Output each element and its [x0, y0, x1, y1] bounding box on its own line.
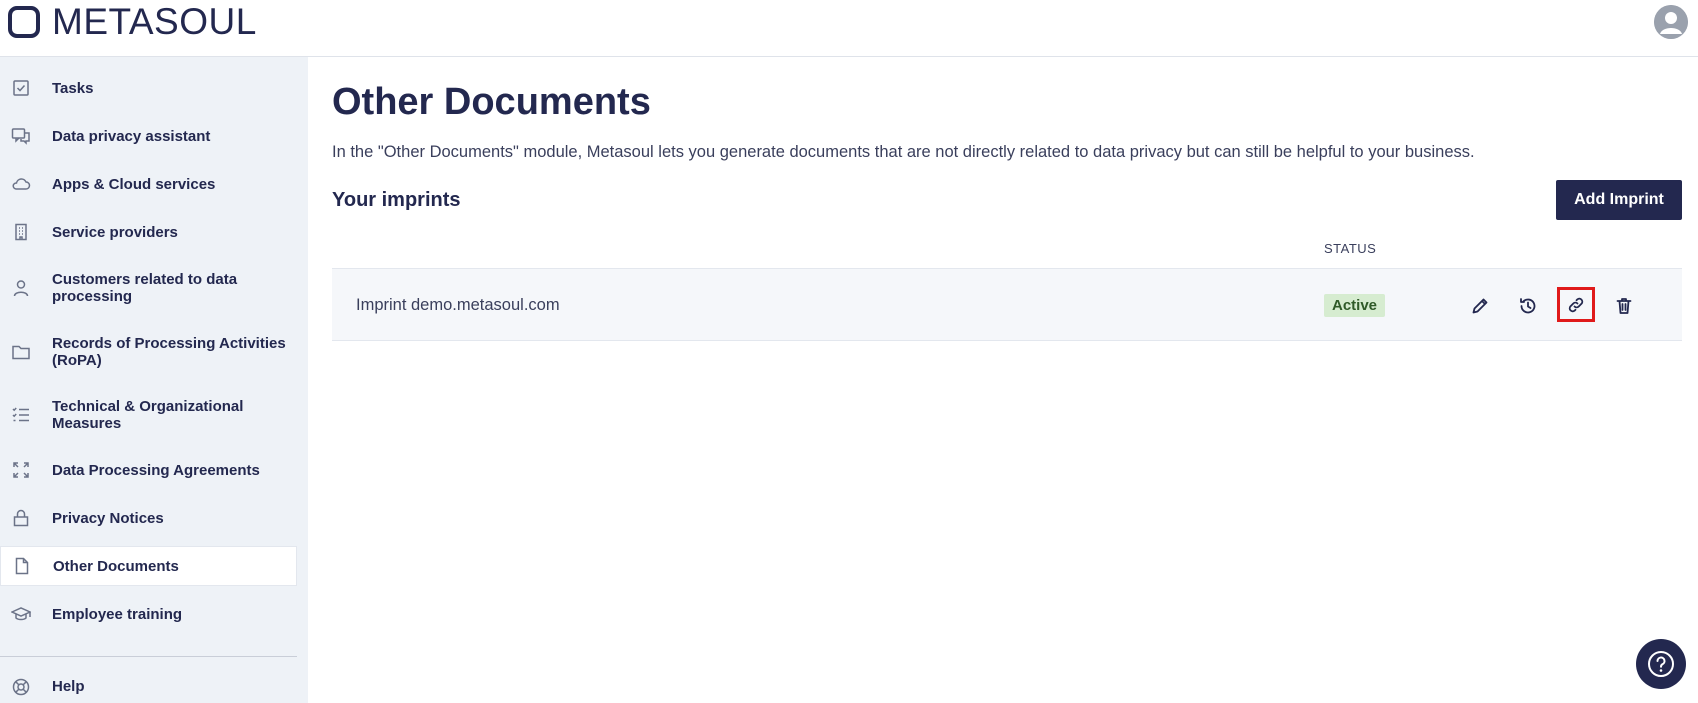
pencil-icon [1472, 298, 1488, 314]
page-title: Other Documents [332, 81, 651, 123]
sidebar-item-privacy-notices[interactable]: Privacy Notices [0, 497, 297, 539]
sidebar: Tasks Data privacy assistant Apps & Clou… [0, 57, 308, 703]
main-content: Other Documents In the "Other Documents"… [308, 57, 1698, 703]
sidebar-item-dpa[interactable]: Data Processing Agreements [0, 449, 297, 491]
sidebar-item-label: Help [52, 678, 85, 695]
sidebar-item-label: Technical & Organizational Measures [52, 398, 244, 432]
status-column-header: STATUS [1324, 241, 1377, 256]
sidebar-item-label: Employee training [52, 605, 183, 623]
sidebar-item-label: Privacy Notices [52, 509, 164, 527]
sidebar-item-label: Service providers [52, 223, 178, 241]
imprint-name: Imprint demo.metasoul.com [356, 296, 560, 314]
sidebar-item-ropa[interactable]: Records of Processing Activities (RoPA) [0, 323, 297, 381]
chat-assistant-icon [11, 126, 31, 146]
status-badge: Active [1324, 294, 1386, 317]
sidebar-item-data-privacy-assistant[interactable]: Data privacy assistant [0, 115, 297, 157]
logo-mark-icon [8, 6, 40, 38]
checkbox-icon [11, 78, 31, 98]
history-button[interactable] [1512, 290, 1544, 322]
top-bar: METASOUL [0, 0, 1698, 57]
sidebar-item-customers[interactable]: Customers related to data processing [0, 259, 297, 317]
sidebar-item-toms[interactable]: Technical & Organizational Measures [0, 386, 297, 444]
logo[interactable]: METASOUL [8, 0, 257, 44]
sidebar-item-tasks[interactable]: Tasks [0, 67, 297, 109]
table-row[interactable]: Imprint demo.metasoul.com Active [332, 268, 1682, 341]
question-mark-icon [1648, 651, 1674, 677]
folder-icon [11, 342, 31, 362]
copy-link-button[interactable] [1557, 287, 1595, 322]
sidebar-item-label: Data privacy assistant [52, 127, 211, 145]
sidebar-item-service-providers[interactable]: Service providers [0, 211, 297, 253]
trash-icon [1616, 298, 1632, 314]
help-fab-button[interactable] [1636, 639, 1686, 689]
building-icon [11, 222, 31, 242]
sidebar-item-label: Customers related to data processing [52, 271, 238, 305]
sidebar-item-label: Other Documents [53, 557, 179, 575]
sidebar-item-help[interactable]: Help [0, 670, 297, 703]
sidebar-divider [0, 656, 297, 657]
delete-button[interactable] [1608, 290, 1640, 322]
avatar[interactable] [1654, 5, 1688, 39]
sidebar-item-label: Apps & Cloud services [52, 175, 216, 193]
history-icon [1520, 298, 1536, 314]
user-avatar-icon [1654, 5, 1688, 39]
sidebar-item-label: Records of Processing Activities (RoPA) [52, 335, 286, 369]
graduation-cap-icon [11, 604, 31, 624]
document-icon [12, 556, 32, 576]
cloud-icon [11, 174, 31, 194]
page-description: In the "Other Documents" module, Metasou… [332, 143, 1475, 161]
section-title: Your imprints [332, 189, 461, 211]
arrows-icon [11, 460, 31, 480]
sidebar-item-label: Tasks [52, 79, 94, 97]
lock-icon [11, 508, 31, 528]
edit-button[interactable] [1464, 290, 1496, 322]
lifebuoy-icon [11, 677, 31, 697]
checklist-icon [11, 405, 31, 425]
sidebar-item-other-documents[interactable]: Other Documents [0, 546, 297, 586]
link-icon [1568, 297, 1584, 312]
sidebar-item-employee-training[interactable]: Employee training [0, 593, 297, 635]
sidebar-item-apps-cloud-services[interactable]: Apps & Cloud services [0, 163, 297, 205]
sidebar-item-label: Data Processing Agreements [52, 461, 260, 479]
logo-text: METASOUL [52, 1, 257, 42]
add-imprint-button[interactable]: Add Imprint [1556, 180, 1682, 220]
person-icon [11, 278, 31, 298]
